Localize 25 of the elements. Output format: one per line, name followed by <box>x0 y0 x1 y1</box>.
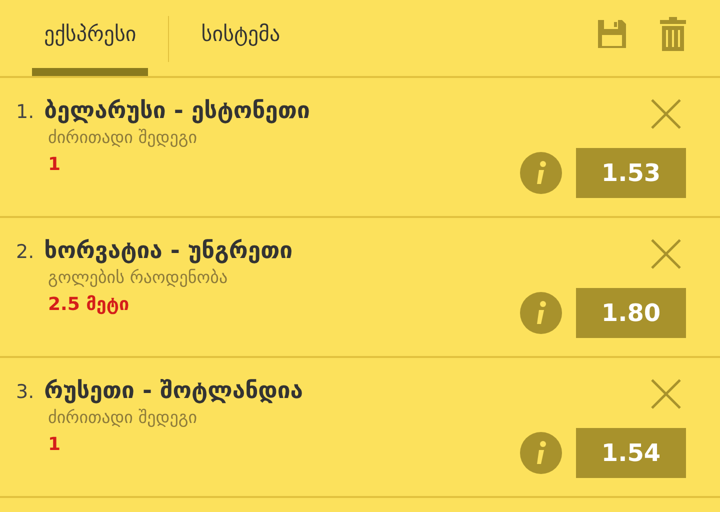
tab[interactable]: ექსპრესი <box>32 0 148 76</box>
bet-pick: 2.5 მეტი <box>48 294 130 315</box>
odds-button[interactable]: 1.54 <box>576 428 686 478</box>
match-title: ხორვატია - უნგრეთი <box>44 238 293 264</box>
bet-pick: 1 <box>48 434 62 455</box>
close-icon[interactable] <box>650 98 682 130</box>
bet-number: 3. <box>16 381 34 403</box>
market-label: ძირითადი შედეგი <box>48 128 198 148</box>
save-icon[interactable] <box>596 18 628 50</box>
odds-button[interactable]: 1.53 <box>576 148 686 198</box>
market-label: ძირითადი შედეგი <box>48 408 198 428</box>
info-icon[interactable] <box>520 432 562 474</box>
info-icon[interactable] <box>520 292 562 334</box>
match-title: ბელარუსი - ესტონეთი <box>44 98 310 124</box>
odds-button[interactable]: 1.80 <box>576 288 686 338</box>
market-label: გოლების რაოდენობა <box>48 268 229 288</box>
info-icon[interactable] <box>520 152 562 194</box>
close-icon[interactable] <box>650 238 682 270</box>
tab[interactable]: სისტემა <box>189 0 292 76</box>
match-title: რუსეთი - შოტლანდია <box>44 378 304 404</box>
bet-number: 2. <box>16 241 34 263</box>
bet-number: 1. <box>16 101 34 123</box>
bet-pick: 1 <box>48 154 62 175</box>
trash-icon[interactable] <box>660 17 686 51</box>
close-icon[interactable] <box>650 378 682 410</box>
